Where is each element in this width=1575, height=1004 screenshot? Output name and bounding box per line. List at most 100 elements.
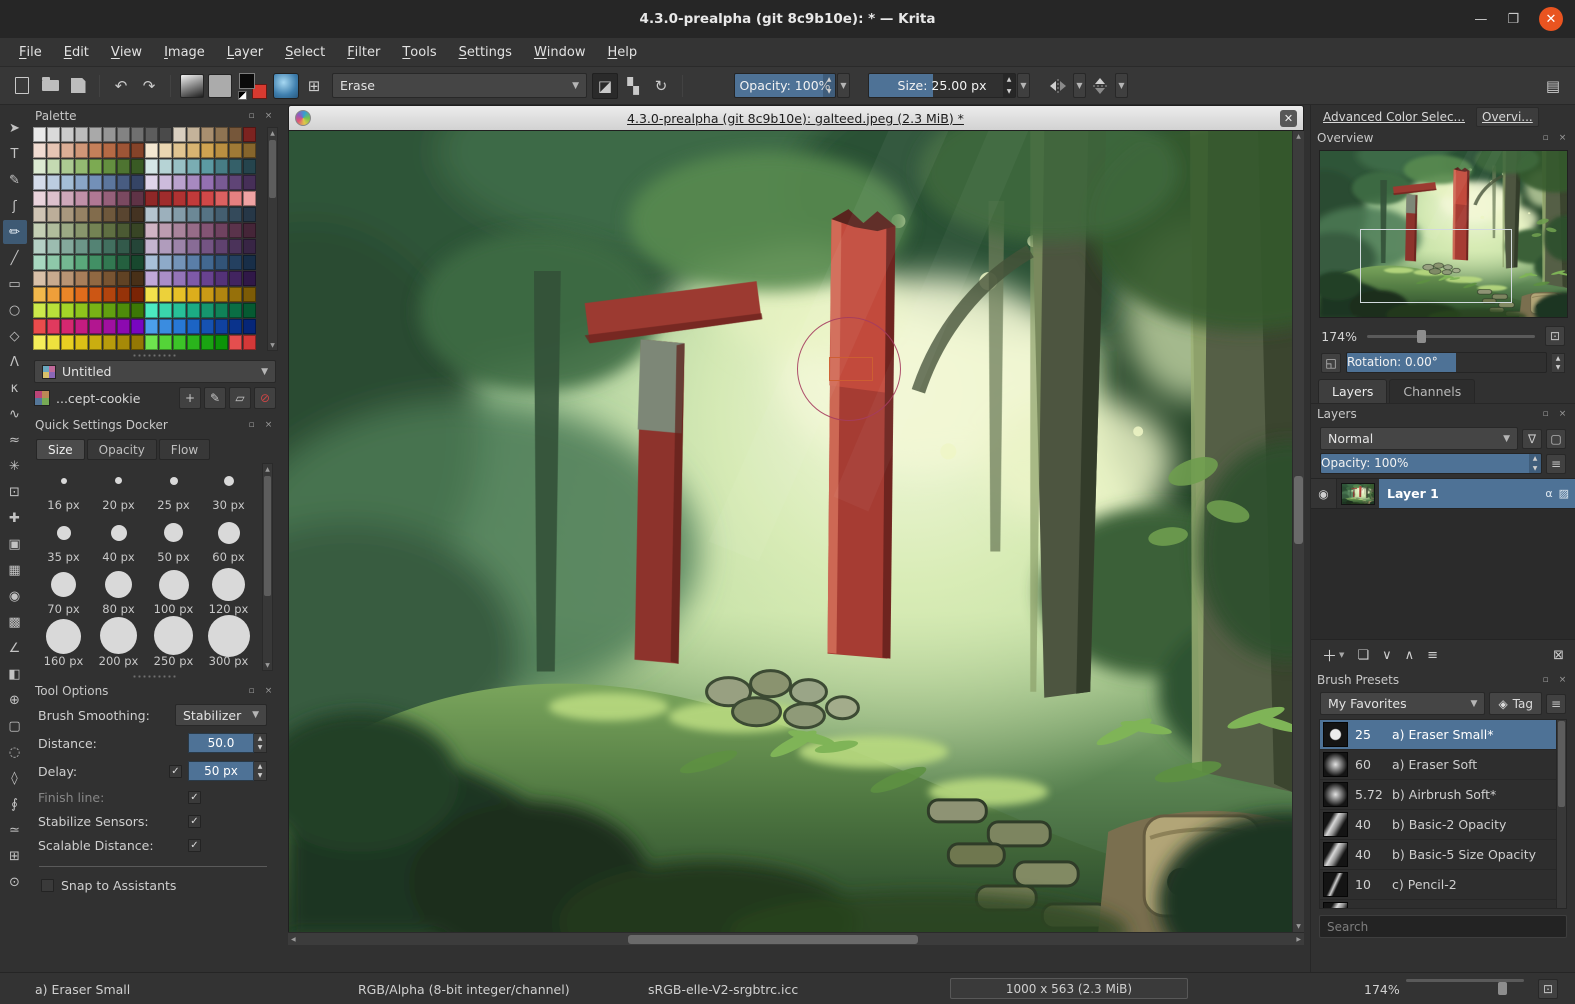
menu-item-file[interactable]: File [8,38,53,66]
palette-swatch[interactable] [103,287,116,302]
polygon-tool[interactable]: ◇ [3,324,27,348]
palette-swatch[interactable] [201,239,214,254]
palette-swatch[interactable] [117,127,130,142]
palette-swatch[interactable] [243,319,256,334]
assistants-tool[interactable]: ⊕ [3,688,27,712]
transform-tool[interactable]: ⊡ [3,480,27,504]
palette-swatch[interactable] [215,159,228,174]
palette-swatch[interactable] [117,303,130,318]
ellipse-tool[interactable]: ○ [3,298,27,322]
layer-row[interactable]: ◉ Layer 1 α ▨ [1311,479,1575,509]
palette-swatch[interactable] [187,207,200,222]
palette-swatch[interactable] [61,239,74,254]
spin-arrows[interactable]: ▲ ▼ [1552,352,1565,373]
palette-swatch[interactable] [159,143,172,158]
palette-swatch[interactable] [47,271,60,286]
spin-arrows[interactable]: ▲ ▼ [254,733,267,753]
quick-tab-size[interactable]: Size [36,439,85,460]
brush-size-option[interactable]: 200 px [91,617,146,671]
inherit-alpha-icon[interactable]: α [1545,487,1552,500]
menu-item-settings[interactable]: Settings [448,38,523,66]
scrollbar-thumb[interactable] [269,140,276,198]
palette-swatch[interactable] [229,287,242,302]
palette-swatch[interactable] [173,239,186,254]
palette-swatch[interactable] [215,319,228,334]
canvas-viewport[interactable] [288,131,1292,932]
docker-splitter[interactable] [132,353,178,358]
docker-splitter[interactable] [132,674,178,679]
opacity-slider[interactable]: Opacity: 100% ▲ ▼ [734,73,836,98]
palette-swatch[interactable] [243,223,256,238]
presets-scrollbar[interactable] [1556,720,1566,908]
layer-blending-combobox[interactable]: Normal ▼ [1320,427,1518,450]
palette-swatch[interactable] [173,159,186,174]
palette-swatch[interactable] [75,175,88,190]
palette-swatch[interactable] [159,175,172,190]
brush-preset-row[interactable]: 60 a) Eraser Soft [1320,750,1566,780]
pattern-edit-tool[interactable]: ▩ [3,610,27,634]
palette-swatch[interactable] [187,255,200,270]
quick-tab-flow[interactable]: Flow [158,439,211,460]
brush-preset-chip-button[interactable] [273,72,299,99]
menu-item-image[interactable]: Image [153,38,216,66]
palette-swatch[interactable] [47,159,60,174]
menu-item-edit[interactable]: Edit [53,38,100,66]
palette-swatch[interactable] [159,335,172,350]
palette-swatch[interactable] [89,287,102,302]
palette-swatch[interactable] [61,127,74,142]
palette-swatch[interactable] [61,271,74,286]
tag-button[interactable]: ◈ Tag [1489,692,1542,715]
palette-swatch[interactable] [103,319,116,334]
menu-item-view[interactable]: View [100,38,153,66]
scroll-right-icon[interactable]: ▶ [1293,933,1304,945]
palette-swatch[interactable] [117,255,130,270]
scroll-up-icon[interactable]: ▲ [270,128,275,138]
palette-swatch[interactable] [117,271,130,286]
palette-swatch[interactable] [145,239,158,254]
palette-swatch[interactable] [215,255,228,270]
brush-preset-row[interactable]: 40 b) Basic-2 Opacity [1320,810,1566,840]
freehand-brush-tool[interactable]: ✏ [2,220,27,244]
palette-swatch[interactable] [117,159,130,174]
layer-visibility-toggle[interactable]: ◉ [1311,479,1337,508]
reset-colors-icon[interactable] [238,90,247,100]
spin-arrows[interactable]: ▲ ▼ [254,761,267,781]
brush-size-option[interactable]: 80 px [91,567,146,619]
palette-swatch[interactable] [243,143,256,158]
palette-swatch[interactable] [89,207,102,222]
palette-swatch[interactable] [173,175,186,190]
scrollbar-thumb[interactable] [628,935,918,944]
palette-swatch[interactable] [61,319,74,334]
minimize-button[interactable]: — [1474,12,1487,27]
palette-swatch[interactable] [201,303,214,318]
brush-size-option[interactable]: 40 px [91,515,146,567]
palette-swatch[interactable] [75,127,88,142]
zoom-tool[interactable]: ⊙ [3,870,27,894]
docker-close-icon[interactable]: × [262,685,275,698]
palette-swatch[interactable] [47,255,60,270]
mirror-horizontal-button[interactable] [1045,73,1071,99]
palette-swatch[interactable] [173,335,186,350]
palette-swatch[interactable] [89,175,102,190]
mirror-horizontal-dropdown[interactable]: ▼ [1073,73,1086,98]
palette-swatch[interactable] [187,303,200,318]
move-layer-down-button[interactable]: ∨ [1382,648,1392,663]
palette-swatch[interactable] [75,191,88,206]
palette-swatch[interactable] [89,271,102,286]
palette-swatch[interactable] [75,271,88,286]
palette-swatch[interactable] [187,191,200,206]
preserve-alpha-button[interactable]: ▚ [620,73,646,99]
palette-swatch[interactable] [131,191,144,206]
gradient-chooser-button[interactable] [179,73,205,99]
palette-swatch[interactable] [243,127,256,142]
quick-settings-scrollbar[interactable]: ▲ ▼ [262,463,273,671]
palette-swatch[interactable] [117,207,130,222]
palette-swatch[interactable] [243,207,256,222]
palette-swatch[interactable] [229,255,242,270]
eraser-mode-button[interactable]: ◪ [592,72,618,99]
palette-swatch[interactable] [173,223,186,238]
palette-swatch[interactable] [243,303,256,318]
palette-swatch[interactable] [33,319,46,334]
delete-layer-button[interactable]: ⊠ [1553,648,1564,663]
scroll-down-icon[interactable]: ▼ [1293,923,1304,930]
